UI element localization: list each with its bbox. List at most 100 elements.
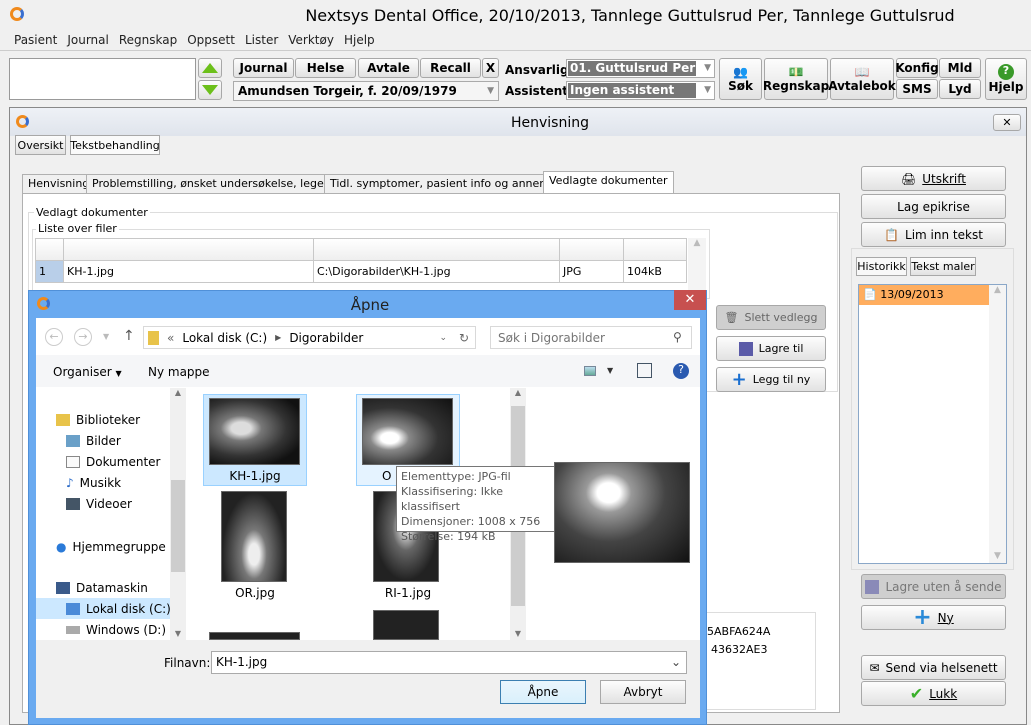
help-icon[interactable]: ? [673, 363, 689, 379]
nav-bilder[interactable]: Bilder [66, 434, 121, 448]
lag-epikrise-button[interactable]: Lag epikrise [861, 194, 1006, 219]
journal-button[interactable]: Journal [233, 58, 294, 78]
tab-vedlagte-dokumenter[interactable]: Vedlagte dokumenter [543, 171, 674, 194]
back-button[interactable]: ← [45, 328, 63, 346]
dialog-toolbar [36, 355, 700, 387]
file-thumbnail [373, 610, 439, 640]
patient-select[interactable]: Amundsen Torgeir, f. 20/09/1979 ▼ [233, 81, 499, 101]
mld-button[interactable]: Mld [939, 58, 981, 78]
hjelp-button[interactable]: ? Hjelp [985, 58, 1027, 100]
konfig-button[interactable]: Konfig [895, 58, 939, 78]
chevron-down-icon[interactable]: ▼ [607, 366, 613, 375]
window-close-button[interactable]: ✕ [993, 114, 1021, 131]
legg-til-ny-button[interactable]: + Legg til ny [716, 367, 826, 392]
open-button[interactable]: Åpne [500, 680, 586, 704]
nav-hjemmegruppe[interactable]: ● Hjemmegruppe [56, 540, 166, 554]
printer-icon: 🖨 [901, 171, 917, 186]
send-via-helsenett-button[interactable]: ✉ Send via helsenett [861, 655, 1006, 680]
assistent-select[interactable]: Ingen assistent ▼ [566, 81, 715, 100]
table-header [35, 238, 687, 261]
breadcrumb-digorabilder[interactable]: Digorabilder [289, 331, 363, 345]
cancel-button[interactable]: Avbryt [600, 680, 686, 704]
helse-button[interactable]: Helse [295, 58, 356, 78]
recent-dropdown-icon[interactable]: ▼ [103, 332, 109, 341]
menu-verktoy[interactable]: Verktøy [288, 33, 334, 47]
money-icon: 💵 [788, 65, 804, 79]
regnskap-button[interactable]: 💵 Regnskap [763, 58, 829, 100]
lukk-button[interactable]: ✔ Lukk [861, 681, 1006, 706]
avtalebok-button[interactable]: 📖 Avtalebok [828, 58, 896, 100]
forward-button[interactable]: → [74, 328, 92, 346]
nav-windows-d[interactable]: Windows (D:) [66, 623, 166, 637]
nav-musikk[interactable]: ♪ Musikk [66, 476, 121, 490]
utskrift-button[interactable]: 🖨 Utskrift [861, 166, 1006, 191]
view-options-icon[interactable] [584, 366, 596, 376]
menu-journal[interactable]: Journal [67, 33, 109, 47]
slett-vedlegg-button[interactable]: 🗑 Slett vedlegg [716, 305, 826, 330]
ny-button[interactable]: + Ny [861, 605, 1006, 630]
preview-pane-icon[interactable] [637, 363, 652, 378]
mail-icon: ✉ [869, 660, 880, 675]
table-row[interactable]: 1 KH-1.jpg C:\Digorabilder\KH-1.jpg JPG 104k… [35, 260, 687, 283]
ansvarlig-select[interactable]: 01. Guttulsrud Per ▼ [566, 59, 715, 78]
filename-input[interactable]: KH-1.jpg ⌄ [211, 651, 687, 674]
tab-tidl-symptomer[interactable]: Tidl. symptomer, pasient info og annen i… [324, 174, 577, 193]
history-item[interactable]: 📄 13/09/2013 [859, 285, 989, 305]
plus-icon: + [913, 605, 932, 630]
breadcrumb-lokal-disk[interactable]: Lokal disk (C:) [182, 331, 267, 345]
breadcrumb-separator-icon: ▶ [275, 333, 282, 342]
drive-icon [66, 603, 80, 615]
menu-hjelp[interactable]: Hjelp [344, 33, 375, 47]
nav-scrollbar[interactable]: ▲ ▼ [170, 388, 186, 640]
avtale-button[interactable]: Avtale [358, 58, 419, 78]
dialog-close-button[interactable]: ✕ [674, 290, 706, 310]
sok-button[interactable]: 👥 Søk [719, 58, 762, 100]
chevron-down-icon: ▼ [115, 369, 122, 378]
tab-tekst-maler[interactable]: Tekst maler [910, 257, 976, 276]
file-thumbnail [221, 491, 287, 582]
files-table: 1 KH-1.jpg C:\Digorabilder\KH-1.jpg JPG 104k… [35, 238, 687, 283]
next-patient-button[interactable] [198, 80, 222, 100]
recall-button[interactable]: Recall [420, 58, 481, 78]
previous-patient-button[interactable] [198, 58, 222, 78]
lim-inn-tekst-button[interactable]: 📋 Lim inn tekst [861, 222, 1006, 247]
menu-lister[interactable]: Lister [245, 33, 278, 47]
nav-datamaskin[interactable]: Datamaskin [56, 581, 148, 595]
up-button[interactable]: ↑ [123, 328, 135, 344]
clipboard-icon: 📋 [884, 227, 900, 242]
menu-regnskap[interactable]: Regnskap [119, 33, 177, 47]
vedlagt-group-label: Vedlagt dokumenter [34, 206, 150, 219]
address-bar[interactable]: « Lokal disk (C:) ▶ Digorabilder ↻ ⌄ [143, 326, 476, 349]
nav-videoer[interactable]: Videoer [66, 497, 132, 511]
tab-henvisning[interactable]: Henvisning [22, 174, 96, 193]
tekstbehandling-button[interactable]: Tekstbehandling [70, 135, 160, 155]
tab-historikk[interactable]: Historikk [856, 257, 907, 276]
tab-problemstilling[interactable]: Problemstilling, ønsket undersøkelse, le… [86, 174, 365, 193]
patient-search-input[interactable] [9, 58, 196, 100]
nav-dokumenter[interactable]: Dokumenter [66, 455, 160, 469]
oversikt-button[interactable]: Oversikt [15, 135, 66, 155]
sms-button[interactable]: SMS [896, 79, 938, 99]
menu-oppsett[interactable]: Oppsett [187, 33, 235, 47]
chevron-down-icon: ▼ [704, 63, 711, 73]
menu-pasient[interactable]: Pasient [14, 33, 57, 47]
ny-mappe-button[interactable]: Ny mappe [148, 365, 210, 379]
nav-biblioteker[interactable]: Biblioteker [56, 413, 140, 427]
help-icon: ? [998, 64, 1014, 80]
save-icon [865, 579, 880, 594]
refresh-icon[interactable]: ↻ [459, 331, 469, 345]
hash-1: 5ABFA624A [707, 625, 771, 638]
chevron-down-icon[interactable]: ⌄ [439, 333, 447, 343]
nav-lokal-disk[interactable]: Lokal disk (C:) [66, 602, 171, 616]
lagre-til-button[interactable]: Lagre til [716, 336, 826, 361]
history-scrollbar[interactable]: ▲ ▼ [989, 285, 1006, 563]
lyd-button[interactable]: Lyd [939, 79, 981, 99]
close-patient-button[interactable]: X [482, 58, 499, 78]
file-tooltip: Elementtype: JPG-fil Klassifisering: Ikke… [396, 466, 556, 543]
search-input[interactable] [490, 326, 692, 349]
file-thumbnail [209, 398, 300, 465]
file-name: OR.jpg [235, 586, 275, 600]
organiser-button[interactable]: Organiser ▼ [53, 365, 122, 379]
lagre-uten-a-sende-button[interactable]: Lagre uten å sende [861, 574, 1006, 599]
table-scrollbar[interactable]: ▲ [688, 238, 706, 293]
